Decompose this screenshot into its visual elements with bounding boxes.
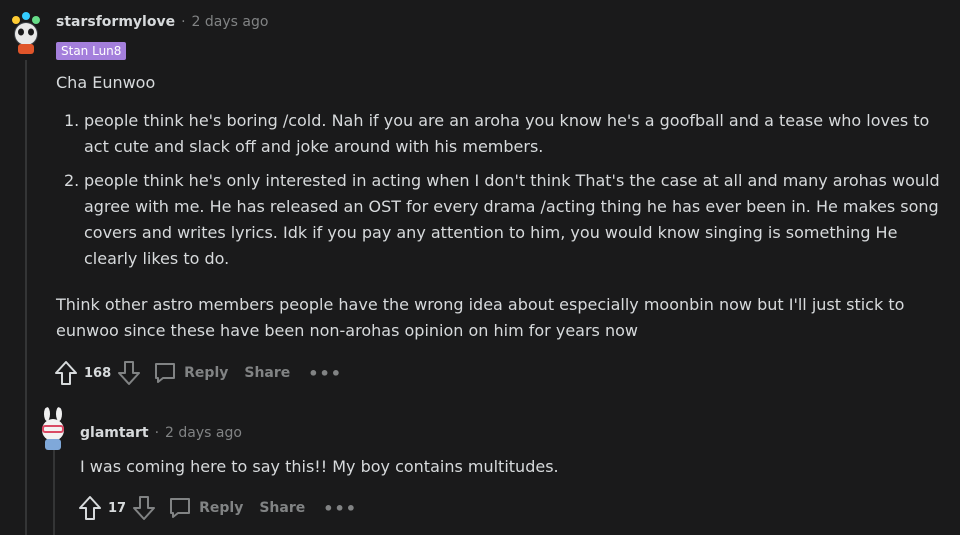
meta-separator: · [181,14,186,30]
reply-label: Reply [184,365,229,381]
downvote-icon[interactable] [117,360,141,386]
comment-paragraph: Cha Eunwoo [56,73,156,92]
more-options-button[interactable]: ••• [323,499,357,518]
snoo-avatar-icon [42,407,64,450]
comment-actions: 168 Reply Share ••• [54,360,342,386]
comment-paragraph: I was coming here to say this!! My boy c… [80,457,559,476]
share-button[interactable]: Share [244,365,290,381]
timestamp[interactable]: 2 days ago [192,14,269,30]
downvote-icon[interactable] [132,495,156,521]
thread-line-main[interactable] [25,60,27,535]
list-item-text: people think he's only interested in act… [84,171,940,268]
share-button[interactable]: Share [259,500,305,516]
comment-icon [155,363,176,383]
list-item: 2. people think he's only interested in … [56,168,951,272]
comment-icon [170,498,191,518]
comment-meta: glamtart · 2 days ago [80,425,242,441]
username[interactable]: glamtart [80,425,149,441]
numbered-list: 1. people think he's boring /cold. Nah i… [56,108,951,272]
comment-actions: 17 Reply Share ••• [78,495,357,521]
vote-count: 168 [84,365,112,381]
more-options-button[interactable]: ••• [308,364,342,383]
vote-count: 17 [108,500,127,516]
list-item: 1. people think he's boring /cold. Nah i… [56,108,951,160]
list-number: 1. [64,111,80,130]
avatar[interactable] [35,406,71,452]
reply-label: Reply [199,500,244,516]
reply-button[interactable]: Reply [153,361,228,385]
thread-line-reply[interactable] [53,448,55,535]
avatar[interactable] [8,10,44,56]
comment-body: I was coming here to say this!! My boy c… [80,454,940,480]
upvote-icon[interactable] [54,360,78,386]
timestamp[interactable]: 2 days ago [165,425,242,441]
snoo-avatar-icon [12,12,40,54]
reply-button[interactable]: Reply [168,496,243,520]
comment-body: Cha Eunwoo 1. people think he's boring /… [56,70,951,344]
comment-meta: starsformylove · 2 days ago [56,14,268,30]
upvote-icon[interactable] [78,495,102,521]
list-item-text: people think he's boring /cold. Nah if y… [84,111,930,156]
meta-separator: · [154,425,160,441]
user-flair: Stan Lun8 [56,42,127,60]
username[interactable]: starsformylove [56,14,175,30]
list-number: 2. [64,171,80,190]
comment-paragraph: Think other astro members people have th… [56,295,905,340]
